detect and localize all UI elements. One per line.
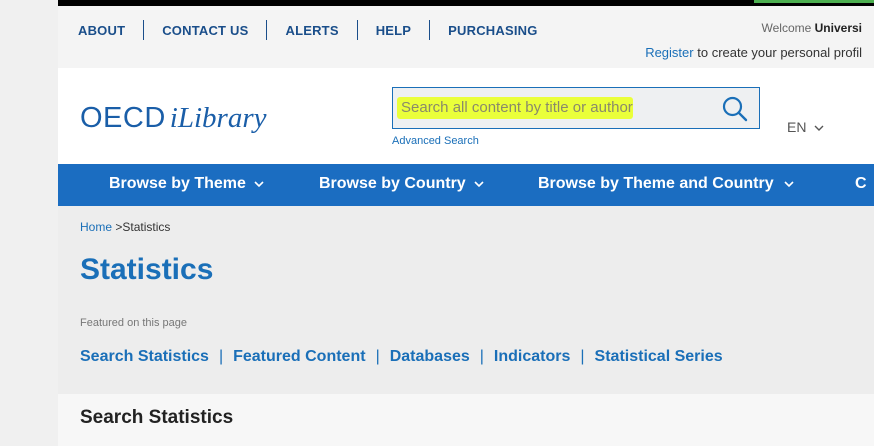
site-header: OECD iLibrary Search all content by title… [58, 68, 874, 164]
databases-link[interactable]: Databases [390, 348, 470, 365]
breadcrumb-home[interactable]: Home [80, 220, 112, 234]
link-separator: | [375, 348, 380, 365]
search-box[interactable]: Search all content by title or author [392, 87, 760, 129]
language-selector[interactable]: EN [787, 119, 824, 135]
section-title: Search Statistics [80, 407, 234, 428]
main-content: Home >Statistics Statistics Featured on … [58, 206, 874, 446]
oecd-ilibrary-logo[interactable]: OECD iLibrary [80, 102, 266, 135]
welcome-name: Universi [814, 21, 862, 35]
purchasing-link[interactable]: PURCHASING [448, 23, 537, 38]
chevron-down-icon [814, 125, 824, 131]
browse-by-theme-label: Browse by Theme [109, 175, 246, 192]
browse-by-theme-and-country-label: Browse by Theme and Country [538, 175, 774, 192]
nav-item-truncated-label: C [855, 175, 867, 192]
register-text: to create your personal profil [697, 45, 862, 60]
divider [429, 20, 431, 40]
chevron-down-icon [784, 181, 794, 188]
chevron-down-icon [474, 181, 484, 188]
browse-by-theme-and-country-menu[interactable]: Browse by Theme and Country [538, 175, 794, 193]
page-title: Statistics [80, 253, 214, 286]
welcome-prefix: Welcome [761, 21, 812, 35]
alerts-link[interactable]: ALERTS [285, 23, 338, 38]
breadcrumb: Home >Statistics [80, 220, 170, 234]
search-statistics-link[interactable]: Search Statistics [80, 348, 209, 365]
browse-by-country-menu[interactable]: Browse by Country [319, 175, 484, 193]
featured-content-link[interactable]: Featured Content [233, 348, 365, 365]
nav-item-truncated[interactable]: C [855, 175, 867, 193]
about-link[interactable]: ABOUT [78, 23, 125, 38]
indicators-link[interactable]: Indicators [494, 348, 570, 365]
welcome-message: Welcome Universi [762, 21, 863, 35]
advanced-search-link[interactable]: Advanced Search [392, 135, 479, 147]
language-label: EN [787, 119, 807, 135]
chevron-down-icon [254, 181, 264, 188]
browse-by-theme-menu[interactable]: Browse by Theme [109, 175, 264, 193]
search-statistics-section: Search Statistics [58, 394, 874, 446]
top-accent [754, 0, 874, 3]
divider [266, 20, 268, 40]
register-link[interactable]: Register [645, 45, 693, 60]
search-icon[interactable] [721, 95, 749, 123]
divider [356, 20, 358, 40]
logo-ilibrary: iLibrary [169, 102, 267, 134]
link-separator: | [479, 348, 484, 365]
link-separator: | [580, 348, 585, 365]
link-separator: | [218, 348, 224, 365]
logo-oecd: OECD [80, 102, 166, 134]
search-input[interactable]: Search all content by title or author [401, 99, 633, 116]
featured-links: Search Statistics | Featured Content | Datab… [80, 348, 723, 366]
contact-us-link[interactable]: CONTACT US [162, 23, 248, 38]
register-prompt: Register to create your personal profil [645, 45, 862, 60]
statistical-series-link[interactable]: Statistical Series [595, 348, 723, 365]
featured-label: Featured on this page [80, 317, 188, 329]
main-nav: Browse by Theme Browse by Country Browse… [58, 164, 874, 206]
utility-nav: ABOUT CONTACT US ALERTS HELP PURCHASING [78, 20, 538, 40]
divider [143, 20, 145, 40]
breadcrumb-current: Statistics [122, 220, 171, 234]
utility-bar: ABOUT CONTACT US ALERTS HELP PURCHASING … [58, 6, 874, 68]
help-link[interactable]: HELP [376, 23, 411, 38]
browse-by-country-label: Browse by Country [319, 175, 466, 192]
